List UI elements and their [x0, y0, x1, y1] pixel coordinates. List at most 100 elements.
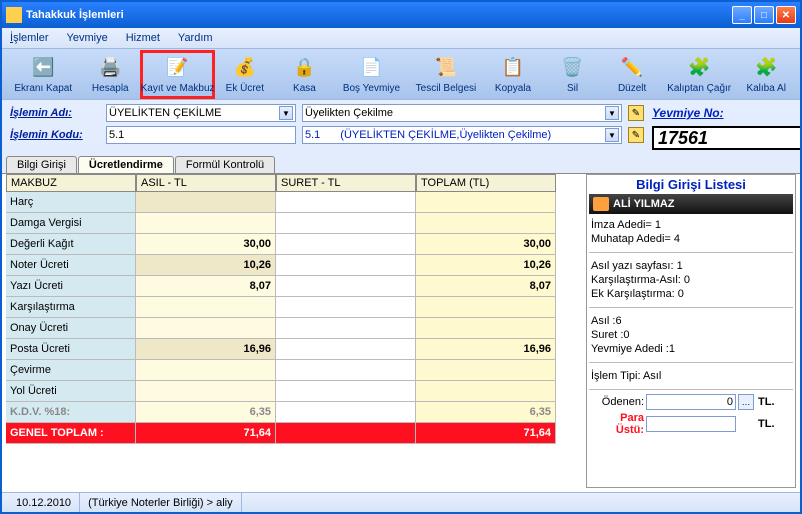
menu-yardim[interactable]: Yardım [178, 32, 213, 44]
row-suret[interactable] [276, 318, 416, 339]
tab-bilgi-girisi[interactable]: Bilgi Girişi [6, 156, 77, 173]
row-asil[interactable] [136, 213, 276, 234]
row-asil[interactable] [136, 297, 276, 318]
row-suret[interactable] [276, 297, 416, 318]
chevron-down-icon[interactable]: ▼ [605, 128, 619, 142]
row-label: Değerli Kağıt [6, 234, 136, 255]
people-icon [593, 197, 609, 211]
app-icon [6, 7, 22, 23]
row-asil[interactable]: 10,26 [136, 255, 276, 276]
imza-adedi: İmza Adedi= 1 [591, 218, 791, 232]
tab-formul-kontrolu[interactable]: Formül Kontrolü [175, 156, 275, 173]
muhatap-adedi: Muhatap Adedi= 4 [591, 232, 791, 246]
kdv-cell: K.D.V. %18: [6, 402, 136, 423]
row-asil[interactable] [136, 192, 276, 213]
tl-suffix-2: TL. [758, 418, 778, 430]
row-suret[interactable] [276, 213, 416, 234]
kaliba-al-button[interactable]: 🧩Kalıba Al [736, 53, 796, 96]
col-makbuz: MAKBUZ [6, 174, 136, 192]
chevron-down-icon[interactable]: ▼ [279, 106, 293, 120]
kopyala-button[interactable]: 📋Kopyala [483, 53, 543, 96]
edit-pencil-button-2[interactable]: ✎ [628, 127, 644, 143]
yevmiye-no-label: Yevmiye No: [652, 106, 802, 120]
row-toplam [416, 381, 556, 402]
row-label: Yazı Ücreti [6, 276, 136, 297]
ekrani-kapat-button[interactable]: ⬅️Ekranı Kapat [6, 53, 80, 96]
row-suret[interactable] [276, 381, 416, 402]
safe-icon: 🔒 [291, 55, 317, 81]
tescil-belgesi-button[interactable]: 📜Tescil Belgesi [409, 53, 483, 96]
toolbar: ⬅️Ekranı Kapat 🖨️Hesapla 📝Kayıt ve Makbu… [2, 48, 800, 100]
hesapla-button[interactable]: 🖨️Hesapla [80, 53, 140, 96]
row-suret[interactable] [276, 276, 416, 297]
app-window: Tahakkuk İşlemleri _ □ ✕ İİşlemlerşlemle… [0, 0, 802, 514]
odenen-label: Ödenen: [589, 396, 644, 408]
menu-islemler[interactable]: İİşlemlerşlemler [10, 32, 49, 44]
row-toplam: 30,00 [416, 234, 556, 255]
info-panel: Bilgi Girişi Listesi ALİ YILMAZ İmza Ade… [586, 174, 796, 488]
islem-kodu-input[interactable]: 5.1 [106, 126, 296, 144]
islem-kodu-select-2[interactable]: 5.1(ÜYELİKTEN ÇEKİLME,Üyelikten Çekilme)… [302, 126, 622, 144]
row-label: Karşılaştırma [6, 297, 136, 318]
menu-yevmiye[interactable]: Yevmiye [67, 32, 108, 44]
menubar: İİşlemlerşlemler Yevmiye Hizmet Yardım [2, 28, 800, 48]
duzelt-button[interactable]: ✏️Düzelt [602, 53, 662, 96]
menu-hizmet[interactable]: Hizmet [126, 32, 160, 44]
row-asil[interactable]: 16,96 [136, 339, 276, 360]
blank-page-icon: 📄 [358, 55, 384, 81]
para-ustu-input[interactable] [646, 416, 736, 432]
row-suret[interactable] [276, 339, 416, 360]
row-suret[interactable] [276, 234, 416, 255]
row-label: Yol Ücreti [6, 381, 136, 402]
total-cell: GENEL TOPLAM : [6, 423, 136, 444]
tab-strip: Bilgi Girişi Ücretlendirme Formül Kontro… [2, 154, 800, 173]
edit-pencil-button-1[interactable]: ✎ [628, 105, 644, 121]
islem-adi-select[interactable]: ÜYELİKTEN ÇEKİLME▼ [106, 104, 296, 122]
person-list-item[interactable]: ALİ YILMAZ [589, 194, 793, 214]
kaliptan-cagir-button[interactable]: 🧩Kalıptan Çağır [662, 53, 736, 96]
row-suret[interactable] [276, 255, 416, 276]
row-asil[interactable] [136, 360, 276, 381]
minimize-button[interactable]: _ [732, 6, 752, 24]
close-button[interactable]: ✕ [776, 6, 796, 24]
kasa-button[interactable]: 🔒Kasa [275, 53, 335, 96]
chevron-down-icon[interactable]: ▼ [605, 106, 619, 120]
row-asil[interactable] [136, 318, 276, 339]
total-cell: 71,64 [136, 423, 276, 444]
yevmiye-adedi: Yevmiye Adedi :1 [591, 342, 791, 356]
yevmiye-no-value: 17561 [652, 126, 802, 150]
row-suret[interactable] [276, 192, 416, 213]
ek-ucret-button[interactable]: 💰Ek Ücret [215, 53, 275, 96]
odenen-input[interactable] [646, 394, 736, 410]
bos-yevmiye-button[interactable]: 📄Boş Yevmiye [334, 53, 408, 96]
odenen-more-button[interactable]: … [738, 394, 754, 410]
tl-suffix-1: TL. [758, 396, 778, 408]
delete-scroll-icon: 🗑️ [560, 55, 586, 81]
row-label: Noter Ücreti [6, 255, 136, 276]
islem-adi-label: İşlemin Adı: [10, 107, 100, 119]
puzzle-out-icon: 🧩 [753, 55, 779, 81]
row-asil[interactable]: 30,00 [136, 234, 276, 255]
row-toplam [416, 360, 556, 381]
row-asil[interactable] [136, 381, 276, 402]
row-asil[interactable]: 8,07 [136, 276, 276, 297]
calculator-icon: 🖨️ [97, 55, 123, 81]
row-toplam [416, 297, 556, 318]
sil-button[interactable]: 🗑️Sil [543, 53, 603, 96]
row-suret[interactable] [276, 360, 416, 381]
row-label: Posta Ücreti [6, 339, 136, 360]
kayit-makbuz-button[interactable]: 📝Kayıt ve Makbuz [140, 50, 215, 99]
asil-count: Asıl :6 [591, 314, 791, 328]
statusbar: 10.12.2010 (Türkiye Noterler Birliği) > … [2, 492, 800, 512]
maximize-button[interactable]: □ [754, 6, 774, 24]
info-panel-title: Bilgi Girişi Listesi [589, 177, 793, 192]
asil-yazi-sayfasi: Asıl yazı sayfası: 1 [591, 259, 791, 273]
uyelikten-cekilme-select[interactable]: Üyelikten Çekilme▼ [302, 104, 622, 122]
copy-scroll-icon: 📋 [500, 55, 526, 81]
total-cell [276, 423, 416, 444]
row-label: Damga Vergisi [6, 213, 136, 234]
arrow-left-icon: ⬅️ [30, 55, 56, 81]
tab-ucretlendirme[interactable]: Ücretlendirme [78, 156, 174, 173]
content-area: MAKBUZ ASIL - TL SURET - TL TOPLAM (TL) … [2, 173, 800, 492]
puzzle-in-icon: 🧩 [686, 55, 712, 81]
